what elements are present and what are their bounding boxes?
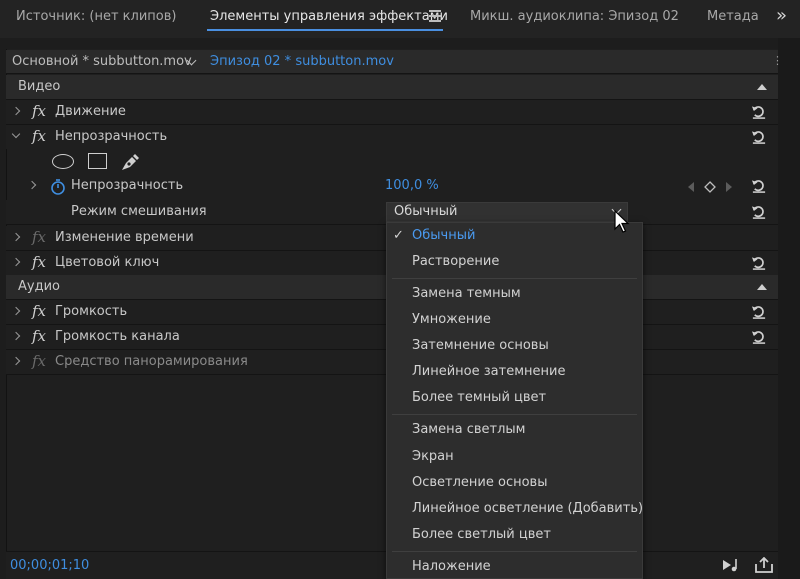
fx-icon[interactable]: fx — [32, 302, 46, 320]
fx-icon[interactable]: fx — [32, 253, 46, 271]
expand-chevron-icon[interactable] — [11, 306, 21, 316]
prev-keyframe-icon — [688, 182, 694, 192]
rectangle-mask-icon[interactable] — [88, 153, 107, 169]
panel-menu-icon[interactable]: ⋮ — [772, 54, 783, 67]
tab-source[interactable]: Источник: (нет клипов) — [16, 9, 176, 24]
video-section-header: Видео — [6, 75, 778, 100]
menu-separator — [392, 551, 637, 552]
effect-label-channel-volume: Громкость канала — [55, 329, 180, 344]
reset-icon[interactable] — [751, 177, 767, 194]
menu-item[interactable]: Экран — [412, 449, 454, 464]
stopwatch-icon[interactable] — [50, 178, 66, 195]
fx-icon[interactable]: fx — [32, 352, 46, 370]
fx-icon[interactable]: fx — [32, 102, 46, 120]
menu-item[interactable]: Умножение — [412, 312, 491, 327]
blend-mode-label: Режим смешивания — [71, 204, 207, 219]
reset-icon[interactable] — [751, 254, 767, 271]
timecode[interactable]: 00;00;01;10 — [10, 558, 89, 573]
video-section-label: Видео — [18, 79, 61, 94]
checkmark-icon: ✓ — [393, 228, 404, 243]
keyframe-nav — [688, 181, 732, 193]
fx-icon[interactable]: fx — [32, 127, 46, 145]
effect-label-panner: Средство панорамирования — [55, 354, 248, 369]
effect-label-motion: Движение — [55, 104, 126, 119]
effect-row-motion[interactable]: fx Движение — [6, 100, 778, 125]
sequence-clip-name[interactable]: Эпизод 02 * subbutton.mov — [210, 54, 394, 69]
effect-label-color-key: Цветовой ключ — [55, 255, 160, 270]
mouse-cursor-icon — [614, 210, 630, 233]
param-label-opacity: Непрозрачность — [71, 178, 184, 193]
menu-separator — [392, 278, 637, 279]
tab-audio-clip-mixer[interactable]: Микш. аудиоклипа: Эпизод 02 — [470, 9, 679, 24]
param-row-opacity[interactable]: Непрозрачность 100,0 % — [6, 174, 778, 200]
opacity-value[interactable]: 100,0 % — [385, 178, 439, 193]
tabs-overflow-icon[interactable]: » — [776, 5, 787, 26]
expand-chevron-icon[interactable] — [11, 106, 21, 116]
menu-item[interactable]: Наложение — [412, 559, 491, 574]
scrollbar-track[interactable] — [778, 38, 800, 579]
effect-label-time-remap: Изменение времени — [55, 230, 194, 245]
expand-chevron-icon[interactable] — [11, 356, 21, 366]
reset-icon[interactable] — [751, 128, 767, 145]
expand-chevron-icon[interactable] — [11, 232, 21, 242]
menu-item[interactable]: Линейное осветление (Добавить) — [412, 501, 642, 516]
menu-item[interactable]: Затемнение основы — [412, 338, 549, 353]
menu-item[interactable]: Осветление основы — [412, 475, 547, 490]
menu-item[interactable]: Замена светлым — [412, 422, 525, 437]
reset-icon[interactable] — [751, 303, 767, 320]
menu-item[interactable]: Более светлый цвет — [412, 527, 551, 542]
effect-label-opacity: Непрозрачность — [55, 129, 168, 144]
add-keyframe-icon — [704, 181, 716, 193]
blend-mode-select[interactable]: Обычный — [386, 202, 628, 222]
fx-icon[interactable]: fx — [32, 228, 46, 246]
export-icon[interactable] — [754, 557, 774, 574]
tab-menu-icon[interactable] — [429, 10, 441, 24]
menu-item[interactable]: Линейное затемнение — [412, 364, 565, 379]
source-clip-name[interactable]: Основной * subbutton.mov — [12, 54, 192, 69]
effect-row-opacity[interactable]: fx Непрозрачность — [6, 125, 778, 149]
collapse-chevron-icon[interactable] — [11, 129, 21, 139]
active-tab-indicator — [207, 29, 443, 31]
collapse-up-icon[interactable] — [757, 284, 767, 290]
menu-separator — [392, 414, 637, 415]
tab-effect-controls[interactable]: Элементы управления эффектами — [210, 9, 448, 24]
blend-mode-dropdown-menu: ✓ Обычный Растворение Замена темным Умно… — [386, 222, 643, 579]
audio-section-label: Аудио — [18, 279, 60, 294]
expand-chevron-icon[interactable] — [11, 331, 21, 341]
menu-item[interactable]: Обычный — [412, 228, 475, 243]
expand-chevron-icon[interactable] — [11, 257, 21, 267]
reset-icon[interactable] — [751, 203, 767, 220]
blend-mode-value: Обычный — [394, 204, 458, 219]
collapse-up-icon[interactable] — [757, 84, 767, 90]
ellipse-mask-icon[interactable] — [52, 154, 74, 169]
expand-chevron-icon[interactable] — [27, 180, 37, 190]
reset-icon[interactable] — [751, 328, 767, 345]
effect-label-volume: Громкость — [55, 304, 128, 319]
tab-metadata[interactable]: Метада — [707, 9, 759, 24]
fx-icon[interactable]: fx — [32, 327, 46, 345]
play-audio-icon[interactable] — [722, 557, 742, 573]
next-keyframe-icon — [726, 182, 732, 192]
menu-item[interactable]: Более темный цвет — [412, 390, 546, 405]
menu-item[interactable]: Замена темным — [412, 286, 521, 301]
reset-icon[interactable] — [751, 103, 767, 120]
pen-mask-icon[interactable] — [120, 152, 140, 172]
menu-item[interactable]: Растворение — [412, 254, 499, 269]
